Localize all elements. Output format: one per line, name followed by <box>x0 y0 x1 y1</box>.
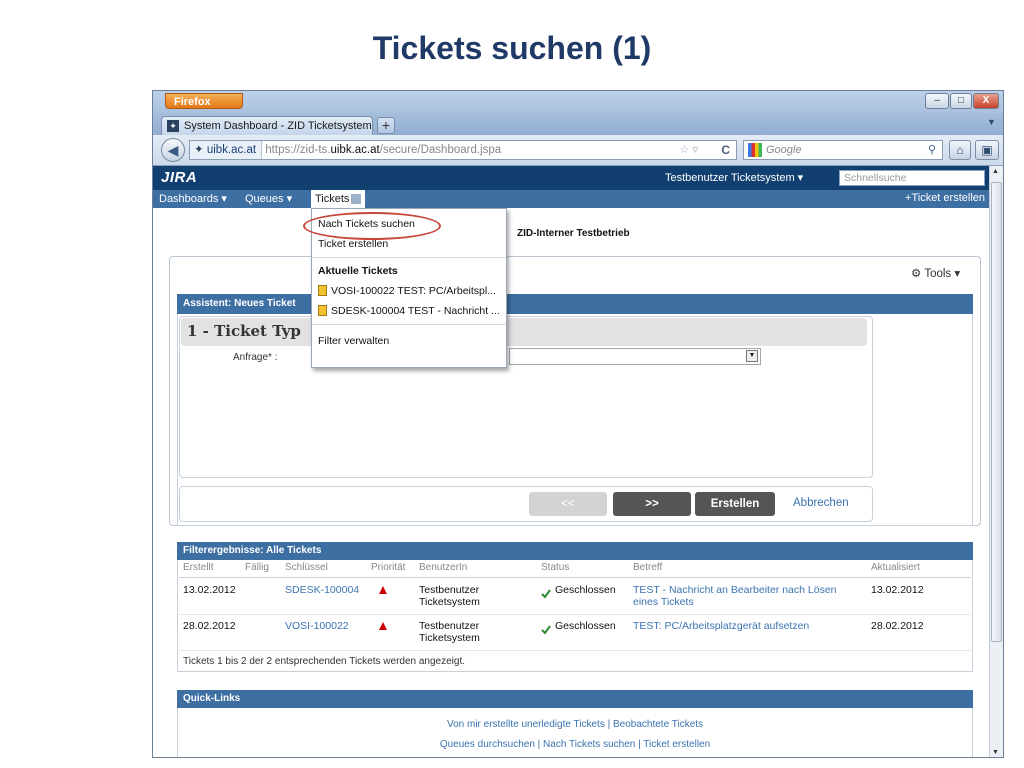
tab-strip: ✦ System Dashboard - ZID Ticketsystem + … <box>153 113 1003 135</box>
cancel-link[interactable]: Abbrechen <box>793 497 849 509</box>
chevron-down-icon: ▼ <box>746 350 758 362</box>
menu-section-recent: Aktuelle Tickets <box>318 265 398 277</box>
jira-header: JIRA Testbenutzer Ticketsystem ▾ Schnell… <box>153 166 989 190</box>
column-header-subject[interactable]: Betreff <box>633 562 662 573</box>
url-bar[interactable]: ✦ uibk.ac.at https://zid-ts.uibk.ac.at/s… <box>189 140 737 160</box>
next-button[interactable]: >> <box>613 492 691 516</box>
status-closed-icon <box>541 622 551 635</box>
nav-dashboards[interactable]: Dashboards ▾ <box>159 192 227 205</box>
row2-updated: 28.02.2012 <box>871 620 924 632</box>
minimize-button[interactable]: – <box>925 93 949 109</box>
filter-results-header: Filterergebnisse: Alle Tickets <box>177 542 973 560</box>
wizard-header: Assistent: Neues Ticket <box>177 294 973 314</box>
results-count-text: Tickets 1 bis 2 der 2 entsprechenden Tic… <box>183 656 466 667</box>
menu-item-recent-ticket[interactable]: SDESK-100004 TEST - Nachricht ... <box>318 305 500 317</box>
tools-menu[interactable]: ⚙ Tools ▾ <box>911 266 960 280</box>
back-arrow-icon[interactable]: ◀ <box>161 138 185 162</box>
tab-list-icon[interactable]: ▼ <box>987 117 996 127</box>
chevron-down-icon: ▾ <box>797 172 804 184</box>
page-viewport: JIRA Testbenutzer Ticketsystem ▾ Schnell… <box>153 166 989 757</box>
nav-queues[interactable]: Queues ▾ <box>245 192 292 205</box>
create-ticket-link[interactable]: +Ticket erstellen <box>905 192 985 204</box>
column-header-priority[interactable]: Priorität <box>371 562 405 573</box>
column-header-due[interactable]: Fällig <box>245 562 269 573</box>
page-subtitle: ZID-Interner Testbetrieb <box>517 228 630 239</box>
step-title: 1 - Ticket Typ <box>187 322 301 340</box>
tab-dashboard[interactable]: ✦ System Dashboard - ZID Ticketsystem <box>161 116 373 135</box>
star-icon[interactable]: ☆ ▿ <box>680 141 698 159</box>
menu-divider <box>312 257 506 258</box>
navigation-toolbar: ◀ ✦ uibk.ac.at https://zid-ts.uibk.ac.at… <box>153 135 1003 166</box>
row1-user: Testbenutzer Ticketsystem <box>419 584 480 608</box>
quicklinks-line-1[interactable]: Von mir erstellte unerledigte Tickets | … <box>177 719 973 730</box>
table-header-divider <box>179 577 971 578</box>
gear-icon: ⚙ <box>911 268 922 280</box>
request-label: Anfrage* : <box>233 352 278 363</box>
menu-item-recent-ticket[interactable]: VOSI-100022 TEST: PC/Arbeitspl... <box>318 285 496 297</box>
window-titlebar: Firefox – □ X <box>153 91 1003 113</box>
firefox-window: Firefox – □ X ✦ System Dashboard - ZID T… <box>152 90 1004 758</box>
highlight-annotation <box>303 212 441 240</box>
site-identity[interactable]: ✦ uibk.ac.at <box>190 141 263 159</box>
row2-status: Geschlossen <box>555 620 616 632</box>
quicklinks-body <box>177 708 973 757</box>
scroll-up-icon[interactable]: ▲ <box>992 168 999 175</box>
column-header-status[interactable]: Status <box>541 562 569 573</box>
previous-button[interactable]: << <box>529 492 607 516</box>
ticket-icon <box>318 305 327 316</box>
column-header-key[interactable]: Schlüssel <box>285 562 328 573</box>
quicksearch-input[interactable]: Schnellsuche <box>839 170 985 186</box>
row1-created: 13.02.2012 <box>183 584 236 596</box>
row1-updated: 13.02.2012 <box>871 584 924 596</box>
bookmarks-menu-icon[interactable]: ▣ <box>975 140 999 160</box>
nav-tickets[interactable]: Tickets <box>311 190 366 208</box>
scroll-down-icon[interactable]: ▼ <box>992 749 999 756</box>
create-button[interactable]: Erstellen <box>695 492 775 516</box>
search-engine-placeholder: Google <box>766 144 802 156</box>
url-host: uibk.ac.at <box>330 144 380 156</box>
favicon-icon: ✦ <box>194 144 207 156</box>
row2-key-link[interactable]: VOSI-100022 <box>285 620 349 632</box>
row2-created: 28.02.2012 <box>183 620 236 632</box>
reload-icon[interactable]: C <box>721 141 730 159</box>
web-search-field[interactable]: Google ⚲ <box>743 140 943 160</box>
jira-nav: Dashboards ▾ Queues ▾ Tickets +Ticket er… <box>153 190 989 208</box>
home-icon[interactable]: ⌂ <box>949 140 971 160</box>
request-select[interactable]: ▼ <box>509 348 761 365</box>
column-header-created[interactable]: Erstellt <box>183 562 214 573</box>
priority-up-icon <box>379 622 387 630</box>
user-menu[interactable]: Testbenutzer Ticketsystem ▾ <box>665 171 803 184</box>
vertical-scrollbar[interactable]: ▲ ▼ <box>989 166 1003 757</box>
search-icon[interactable]: ⚲ <box>928 141 936 159</box>
status-closed-icon <box>541 586 551 599</box>
row1-subject-link[interactable]: TEST - Nachricht an Bearbeiter nach Löse… <box>633 584 837 608</box>
row1-key-link[interactable]: SDESK-100004 <box>285 584 359 596</box>
tab-title: System Dashboard - ZID Ticketsystem <box>184 120 372 132</box>
column-header-updated[interactable]: Aktualisiert <box>871 562 920 573</box>
ticket-icon <box>318 285 327 296</box>
url-path: /secure/Dashboard.jspa <box>379 144 502 156</box>
quicklinks-header: Quick-Links <box>177 690 973 708</box>
scrollbar-thumb[interactable] <box>991 182 1002 642</box>
chevron-down-icon <box>351 194 362 205</box>
column-header-user[interactable]: BenutzerIn <box>419 562 467 573</box>
menu-divider <box>312 324 506 325</box>
close-window-button[interactable]: X <box>973 93 999 109</box>
row2-user: Testbenutzer Ticketsystem <box>419 620 480 644</box>
priority-up-icon <box>379 586 387 594</box>
row-divider <box>179 650 971 651</box>
maximize-button[interactable]: □ <box>950 93 972 109</box>
google-logo-icon <box>748 143 762 157</box>
row-divider <box>179 614 971 615</box>
jira-logo[interactable]: JIRA <box>161 169 197 186</box>
new-tab-button[interactable]: + <box>377 117 395 134</box>
quicklinks-line-2[interactable]: Queues durchsuchen | Nach Tickets suchen… <box>177 739 973 750</box>
row1-status: Geschlossen <box>555 584 616 596</box>
row2-subject-link[interactable]: TEST: PC/Arbeitsplatzgerät aufsetzen <box>633 620 809 632</box>
menu-item-manage-filters[interactable]: Filter verwalten <box>318 335 389 347</box>
firefox-menu-button[interactable]: Firefox <box>165 93 243 109</box>
slide-title: Tickets suchen (1) <box>372 30 652 66</box>
url-prefix: https://zid-ts. <box>265 144 331 156</box>
favicon-icon: ✦ <box>167 120 179 132</box>
